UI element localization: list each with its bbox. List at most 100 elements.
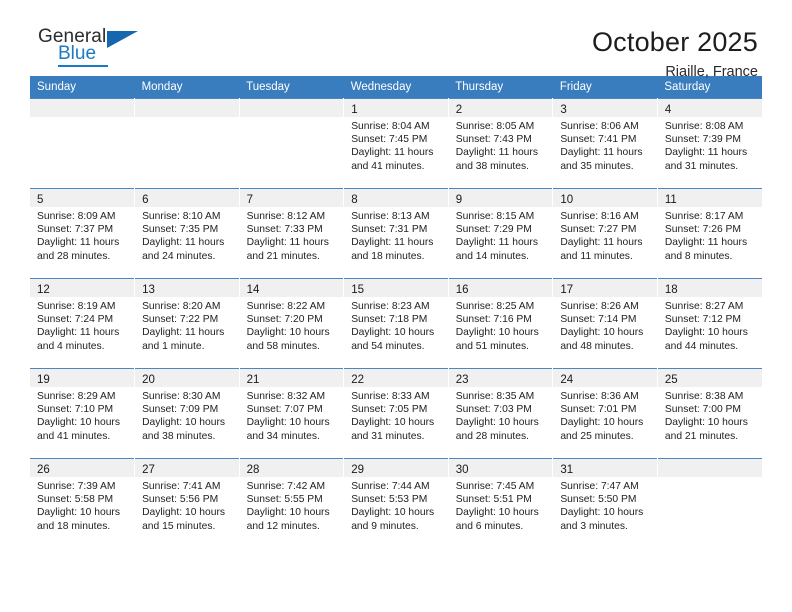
day-cell-details: Sunrise: 8:36 AM Sunset: 7:01 PM Daylight:…: [553, 387, 657, 443]
title-block: October 2025 Riaille, France: [592, 26, 762, 82]
day-cell[interactable]: 25 Sunrise: 8:38 AM Sunset: 7:00 PM Dayligh…: [657, 368, 762, 459]
day-cell[interactable]: 24 Sunrise: 8:36 AM Sunset: 7:01 PM Dayligh…: [552, 368, 658, 459]
day-cell-empty: [30, 98, 136, 189]
day-number-band: 14: [239, 279, 344, 297]
daylight-duration-line2: and 21 minutes.: [246, 250, 320, 262]
sunrise-time: Sunrise: 7:42 AM: [246, 481, 326, 492]
day-number-band: 29: [344, 459, 448, 477]
sunrise-time: Sunrise: 8:25 AM: [455, 301, 535, 312]
day-number: 31: [560, 464, 574, 476]
daylight-duration-line1: Daylight: 10 hours: [560, 507, 644, 519]
daylight-duration-line2: and 28 minutes.: [37, 250, 111, 262]
daylight-duration-line2: and 58 minutes.: [246, 340, 320, 352]
daylight-duration-line2: and 38 minutes.: [455, 160, 530, 172]
day-cell[interactable]: 7 Sunrise: 8:12 AM Sunset: 7:33 PM Daylight…: [239, 188, 345, 279]
day-number: 16: [455, 284, 469, 296]
day-cell[interactable]: 15 Sunrise: 8:23 AM Sunset: 7:18 PM Dayligh…: [343, 278, 449, 369]
sunset-time: Sunset: 7:24 PM: [37, 314, 114, 326]
day-cell-details: Sunrise: 8:09 AM Sunset: 7:37 PM Daylight:…: [30, 207, 134, 263]
day-number-band: 22: [344, 369, 448, 387]
day-number: 15: [351, 284, 364, 296]
day-cell[interactable]: 17 Sunrise: 8:26 AM Sunset: 7:14 PM Dayligh…: [552, 278, 658, 369]
day-number-band: 7: [239, 189, 344, 207]
day-cell-details: Sunrise: 7:39 AM Sunset: 5:58 PM Daylight:…: [30, 477, 134, 533]
daylight-duration-line2: and 11 minutes.: [560, 250, 633, 262]
day-cell[interactable]: 11 Sunrise: 8:17 AM Sunset: 7:26 PM Dayligh…: [657, 188, 762, 279]
day-cell[interactable]: 10 Sunrise: 8:16 AM Sunset: 7:27 PM Dayligh…: [552, 188, 658, 279]
day-cell[interactable]: 6 Sunrise: 8:10 AM Sunset: 7:35 PM Daylight…: [134, 188, 240, 279]
day-number-band: 1: [344, 99, 448, 117]
daylight-duration-line2: and 18 minutes.: [351, 250, 425, 262]
day-cell[interactable]: 29 Sunrise: 7:44 AM Sunset: 5:53 PM Dayligh…: [343, 458, 449, 548]
day-cell[interactable]: 14 Sunrise: 8:22 AM Sunset: 7:20 PM Dayligh…: [239, 278, 345, 369]
day-cell-details: Sunrise: 7:47 AM Sunset: 5:50 PM Daylight:…: [553, 477, 657, 533]
day-number-band: 30: [448, 459, 553, 477]
weekday-header-monday: Monday: [134, 76, 240, 99]
day-cell[interactable]: 27 Sunrise: 7:41 AM Sunset: 5:56 PM Dayligh…: [134, 458, 240, 548]
day-cell[interactable]: 26 Sunrise: 7:39 AM Sunset: 5:58 PM Dayligh…: [30, 458, 136, 548]
day-cell[interactable]: 28 Sunrise: 7:42 AM Sunset: 5:55 PM Dayligh…: [239, 458, 345, 548]
sunrise-time: Sunrise: 8:20 AM: [142, 301, 221, 312]
day-number-band: [657, 459, 762, 477]
daylight-duration-line1: Daylight: 11 hours: [560, 237, 643, 249]
day-number-band: 17: [553, 279, 657, 297]
day-cell[interactable]: 13 Sunrise: 8:20 AM Sunset: 7:22 PM Dayligh…: [134, 278, 240, 369]
daylight-duration-line1: Daylight: 11 hours: [455, 237, 538, 249]
daylight-duration-line2: and 25 minutes.: [560, 430, 634, 442]
sunset-time: Sunset: 5:51 PM: [455, 494, 532, 506]
sunrise-time: Sunrise: 7:45 AM: [455, 481, 535, 492]
day-cell-empty: [239, 98, 345, 189]
day-cell[interactable]: 20 Sunrise: 8:30 AM Sunset: 7:09 PM Dayligh…: [134, 368, 240, 459]
calendar-page: General Blue October 2025 Riaille, Franc…: [0, 0, 792, 612]
day-cell[interactable]: 4 Sunrise: 8:08 AM Sunset: 7:39 PM Daylight…: [657, 98, 762, 189]
day-number: 4: [664, 104, 672, 116]
day-cell[interactable]: 5 Sunrise: 8:09 AM Sunset: 7:37 PM Daylight…: [30, 188, 136, 279]
daylight-duration-line2: and 8 minutes.: [664, 250, 733, 262]
daylight-duration-line2: and 31 minutes.: [351, 430, 425, 442]
day-cell[interactable]: 2 Sunrise: 8:05 AM Sunset: 7:43 PM Daylight…: [448, 98, 554, 189]
sunrise-time: Sunrise: 8:09 AM: [37, 211, 116, 222]
day-cell[interactable]: 9 Sunrise: 8:15 AM Sunset: 7:29 PM Daylight…: [448, 188, 554, 279]
daylight-duration-line2: and 14 minutes.: [455, 250, 530, 262]
sunset-time: Sunset: 7:07 PM: [246, 404, 323, 416]
sunset-time: Sunset: 5:50 PM: [560, 494, 637, 506]
day-cell[interactable]: 23 Sunrise: 8:35 AM Sunset: 7:03 PM Dayligh…: [448, 368, 554, 459]
day-cell[interactable]: 12 Sunrise: 8:19 AM Sunset: 7:24 PM Dayligh…: [30, 278, 136, 369]
day-number: 6: [142, 194, 149, 206]
day-number: 12: [37, 284, 50, 296]
sunset-time: Sunset: 7:03 PM: [455, 404, 532, 416]
day-number-band: 11: [657, 189, 762, 207]
day-cell[interactable]: 19 Sunrise: 8:29 AM Sunset: 7:10 PM Dayligh…: [30, 368, 136, 459]
daylight-duration-line2: and 41 minutes.: [37, 430, 111, 442]
daylight-duration-line1: Daylight: 10 hours: [664, 327, 748, 339]
day-cell[interactable]: 31 Sunrise: 7:47 AM Sunset: 5:50 PM Dayligh…: [552, 458, 658, 548]
page-subtitle: Riaille, France: [665, 64, 758, 80]
sunset-time: Sunset: 7:27 PM: [560, 224, 637, 236]
day-number-band: 24: [553, 369, 657, 387]
day-cell[interactable]: 16 Sunrise: 8:25 AM Sunset: 7:16 PM Dayligh…: [448, 278, 554, 369]
day-cell[interactable]: 3 Sunrise: 8:06 AM Sunset: 7:41 PM Daylight…: [552, 98, 658, 189]
sunrise-time: Sunrise: 8:17 AM: [664, 211, 744, 222]
day-number-band: 31: [553, 459, 657, 477]
day-number-band: 2: [448, 99, 553, 117]
sunrise-time: Sunrise: 8:35 AM: [455, 391, 535, 402]
day-cell[interactable]: 1 Sunrise: 8:04 AM Sunset: 7:45 PM Daylight…: [343, 98, 449, 189]
sunrise-time: Sunrise: 8:12 AM: [246, 211, 326, 222]
sunset-time: Sunset: 7:31 PM: [351, 224, 428, 236]
day-number: 21: [246, 374, 260, 386]
day-cell-details: Sunrise: 8:25 AM Sunset: 7:16 PM Daylight:…: [449, 297, 553, 353]
sunrise-time: Sunrise: 7:44 AM: [351, 481, 430, 492]
day-cell[interactable]: 22 Sunrise: 8:33 AM Sunset: 7:05 PM Dayligh…: [343, 368, 449, 459]
day-cell-details: Sunrise: 8:05 AM Sunset: 7:43 PM Daylight:…: [449, 117, 553, 173]
sunrise-time: Sunrise: 8:30 AM: [142, 391, 221, 402]
day-cell[interactable]: 8 Sunrise: 8:13 AM Sunset: 7:31 PM Daylight…: [343, 188, 449, 279]
day-cell-details: Sunrise: 8:38 AM Sunset: 7:00 PM Daylight:…: [658, 387, 762, 443]
day-cell[interactable]: 18 Sunrise: 8:27 AM Sunset: 7:12 PM Dayligh…: [657, 278, 762, 369]
daylight-duration-line1: Daylight: 10 hours: [351, 417, 435, 429]
day-cell[interactable]: 30 Sunrise: 7:45 AM Sunset: 5:51 PM Dayligh…: [448, 458, 554, 548]
day-cell[interactable]: 21 Sunrise: 8:32 AM Sunset: 7:07 PM Dayligh…: [239, 368, 345, 459]
daylight-duration-line1: Daylight: 10 hours: [560, 417, 644, 429]
day-cell-details: Sunrise: 8:27 AM Sunset: 7:12 PM Daylight:…: [658, 297, 762, 353]
generalblue-logo[interactable]: General Blue: [38, 26, 158, 72]
day-cell-details: Sunrise: 8:06 AM Sunset: 7:41 PM Daylight:…: [553, 117, 657, 173]
